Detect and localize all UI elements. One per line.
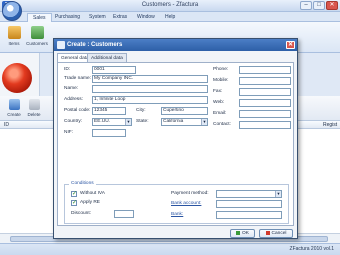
dialog-title: Create : Customers <box>67 42 123 48</box>
country-select[interactable]: EE.UU. ▼ <box>92 118 132 126</box>
dropdown-arrow-icon[interactable]: ▼ <box>125 119 131 125</box>
state-select[interactable]: California ▼ <box>161 118 208 126</box>
city-field[interactable]: Cupertino <box>161 107 208 115</box>
tab-sales[interactable]: Sales <box>27 13 52 22</box>
cancel-icon <box>265 230 270 235</box>
tab-additional-data[interactable]: Additional data <box>87 53 127 62</box>
delete-button-label: Delete <box>27 112 41 117</box>
conditions-group: Conditions Without IVA Apply RE Discount… <box>64 181 289 224</box>
trade-name-field[interactable]: My Company INC. <box>92 75 208 83</box>
id-field[interactable]: 0001 <box>92 66 136 74</box>
items-button[interactable]: Items <box>3 24 25 46</box>
fax-label: Fax: <box>213 89 223 94</box>
customers-icon <box>30 26 44 39</box>
version-label: ZFactura 2010 vol.1 <box>289 246 334 252</box>
dialog-titlebar: Create : Customers ✕ <box>54 39 297 51</box>
address-field[interactable]: 1, Infinite Loop <box>92 96 208 104</box>
tab-help[interactable]: Help <box>160 13 180 22</box>
email-label: Email: <box>213 111 227 116</box>
items-button-label: Items <box>8 41 20 46</box>
tab-system[interactable]: System <box>84 13 111 22</box>
mobile-label: Mobile: <box>213 78 229 83</box>
postal-code-field[interactable]: 12345 <box>92 107 126 115</box>
phone-label: Phone: <box>213 67 229 72</box>
discount-label: Discount: <box>71 211 91 216</box>
nif-label: NIF: <box>64 130 74 135</box>
country-label: Country: <box>64 119 83 124</box>
record-icon <box>2 63 32 93</box>
mobile-field[interactable] <box>239 77 291 85</box>
app-orb-icon[interactable] <box>2 1 22 21</box>
items-icon <box>7 26 21 39</box>
bank-account-link[interactable]: Bank account: <box>171 201 201 206</box>
discount-field[interactable] <box>114 210 134 218</box>
dropdown-arrow-icon[interactable]: ▼ <box>275 191 281 197</box>
customers-button-label: Customers <box>26 41 48 46</box>
create-button[interactable]: Create <box>5 99 23 117</box>
web-field[interactable] <box>239 99 291 107</box>
email-field[interactable] <box>239 110 291 118</box>
apply-re-checkbox[interactable] <box>71 199 77 206</box>
maximize-button[interactable]: □ <box>313 1 325 10</box>
create-customer-dialog: Create : Customers ✕ General data Additi… <box>53 38 298 239</box>
id-label: ID: <box>64 67 71 72</box>
close-button[interactable]: ✕ <box>326 1 338 10</box>
bank-account-field[interactable] <box>216 200 282 208</box>
country-value: EE.UU. <box>94 119 110 124</box>
tab-purchasing[interactable]: Purchasing <box>50 13 85 22</box>
state-value: California <box>163 119 184 124</box>
delete-button[interactable]: Delete <box>25 99 43 117</box>
dialog-close-button[interactable]: ✕ <box>286 41 295 49</box>
contact-field[interactable] <box>239 121 291 129</box>
dropdown-arrow-icon[interactable]: ▼ <box>201 119 207 125</box>
conditions-title: Conditions <box>69 181 96 186</box>
tab-extras[interactable]: Extras <box>108 13 132 22</box>
ribbon-tab-bar: Sales Purchasing System Extras Window He… <box>0 12 340 22</box>
fax-field[interactable] <box>239 88 291 96</box>
bank-link[interactable]: Bank: <box>171 212 183 217</box>
cancel-button[interactable]: Cancel <box>259 229 293 238</box>
ok-button[interactable]: OK <box>230 229 255 238</box>
window-titlebar: Z Customers - Zfactura – □ ✕ <box>0 0 340 12</box>
without-iva-checkbox[interactable] <box>71 190 77 197</box>
postal-code-label: Postal code: <box>64 108 91 113</box>
contact-label: Contact: <box>213 122 231 127</box>
cancel-label: Cancel <box>271 231 287 236</box>
bank-field[interactable] <box>216 211 282 219</box>
web-label: Web: <box>213 100 225 105</box>
payment-method-label: Payment method: <box>171 191 209 196</box>
name-label: Name: <box>64 86 79 91</box>
city-label: City: <box>136 108 146 113</box>
ok-label: OK <box>242 231 249 236</box>
state-label: State: <box>136 119 149 124</box>
window-title: Customers - Zfactura <box>141 2 199 8</box>
phone-field[interactable] <box>239 66 291 74</box>
grid-column-id[interactable]: ID <box>4 122 9 128</box>
apply-re-label: Apply RE <box>80 200 100 205</box>
nif-field[interactable] <box>92 129 126 137</box>
minimize-button[interactable]: – <box>300 1 312 10</box>
create-button-label: Create <box>7 112 21 117</box>
delete-icon <box>28 99 40 110</box>
name-field[interactable] <box>92 85 208 93</box>
create-icon <box>8 99 20 110</box>
ok-icon <box>236 230 241 235</box>
without-iva-label: Without IVA <box>80 191 105 196</box>
trade-name-label: Trade name: <box>64 76 92 81</box>
dialog-icon <box>57 41 65 49</box>
status-bar: ZFactura 2010 vol.1 <box>0 243 340 255</box>
general-data-panel: ID: 0001 Trade name: My Company INC. Nam… <box>57 62 294 226</box>
customers-button[interactable]: Customers <box>26 24 48 46</box>
address-label: Address: <box>64 97 83 102</box>
grid-column-regist[interactable]: Regist <box>323 122 337 128</box>
payment-method-select[interactable]: ▼ <box>216 190 282 198</box>
tab-window[interactable]: Window <box>132 13 160 22</box>
